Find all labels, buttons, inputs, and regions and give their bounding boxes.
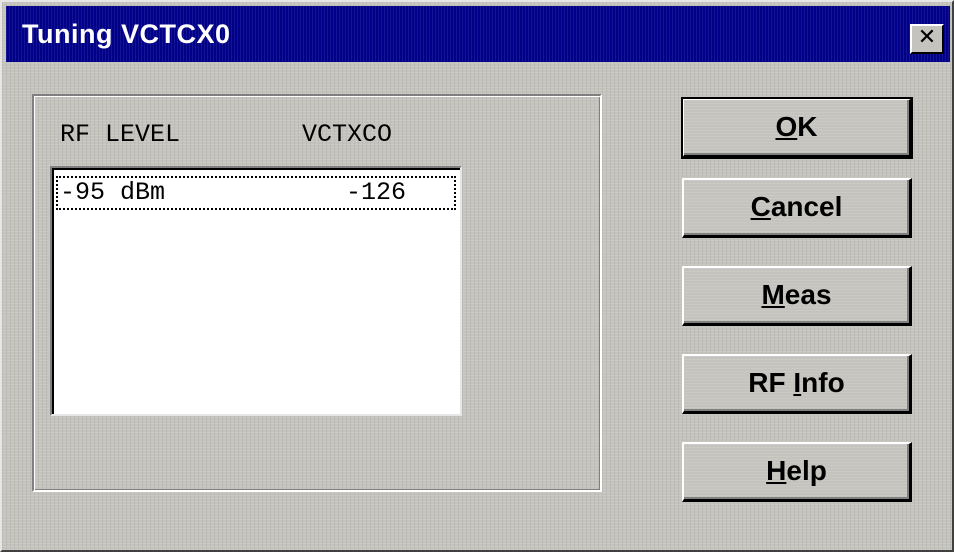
rf-info-prefix: RF (748, 367, 794, 398)
tuning-listbox[interactable]: -95 dBm -126 (50, 166, 462, 416)
rf-info-label: nfo (801, 367, 845, 398)
help-button[interactable]: Help (682, 442, 912, 502)
close-icon: ✕ (917, 25, 937, 50)
rf-level-cell: -95 dBm (60, 178, 166, 207)
help-accel: H (766, 455, 787, 486)
ok-button[interactable]: OK (681, 97, 913, 159)
dialog-window: Tuning VCTCX0 ✕ RF LEVEL VCTXCO -95 dBm … (0, 0, 954, 552)
meas-button[interactable]: Meas (682, 266, 912, 326)
ok-label: K (797, 111, 818, 142)
cancel-button[interactable]: Cancel (682, 178, 912, 238)
vctxco-column-header: VCTXCO (302, 120, 393, 149)
title-bar[interactable]: Tuning VCTCX0 ✕ (6, 6, 950, 62)
rf-info-button[interactable]: RF Info (682, 354, 912, 414)
meas-accel: M (761, 279, 785, 310)
list-item[interactable]: -95 dBm -126 (56, 176, 456, 210)
window-title: Tuning VCTCX0 (22, 19, 231, 49)
cancel-accel: C (750, 191, 771, 222)
cancel-label: ancel (770, 191, 843, 222)
rf-level-column-header: RF LEVEL (60, 120, 181, 149)
close-button[interactable]: ✕ (910, 24, 944, 54)
ok-accel: O (775, 111, 798, 142)
meas-label: eas (784, 279, 832, 310)
help-label: elp (786, 455, 827, 486)
vctxco-cell: -126 (345, 178, 406, 207)
rf-info-accel: I (793, 367, 802, 398)
